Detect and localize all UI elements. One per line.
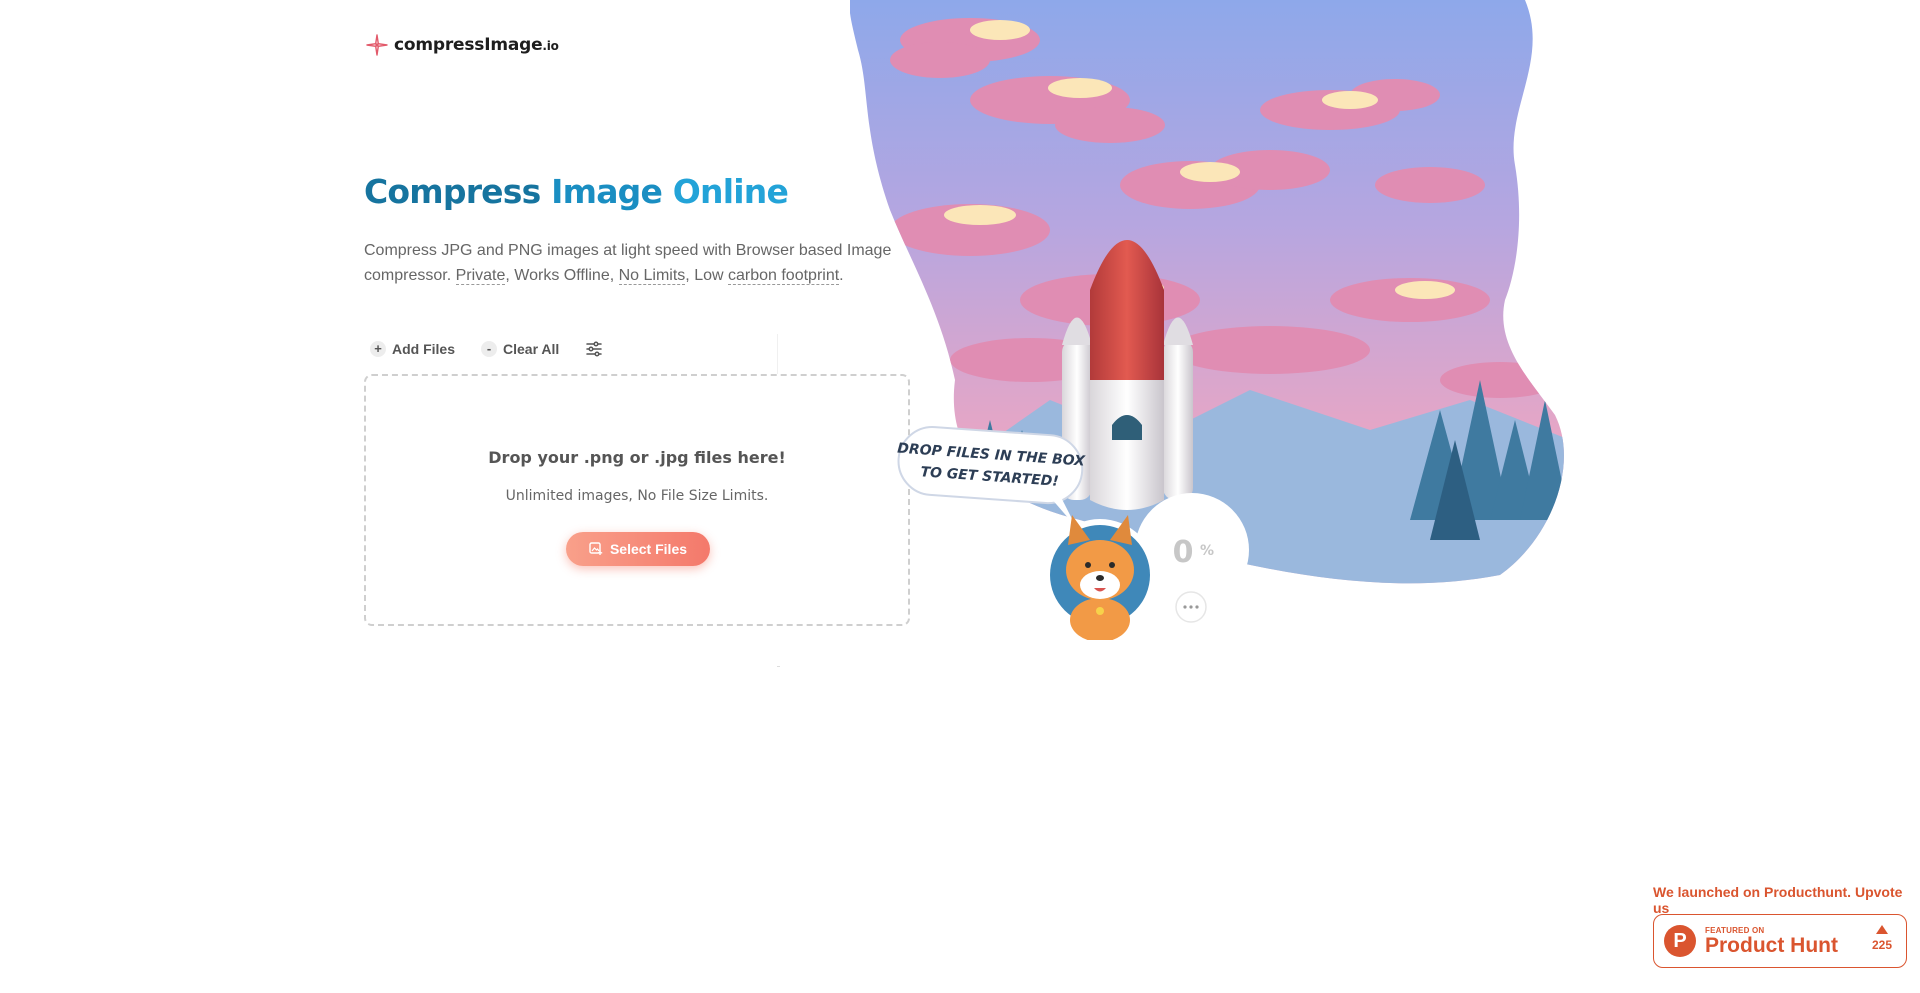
producthunt-announcement[interactable]: We launched on Producthunt. Upvote us — [1653, 884, 1920, 916]
sparkle-icon — [366, 34, 388, 56]
desc-text-4: . — [839, 267, 844, 284]
file-toolbar: + Add Files - Clear All — [370, 338, 603, 360]
desc-text-2: , Works Offline, — [505, 267, 619, 284]
page-title: Compress Image Online — [364, 172, 789, 211]
rocket-illustration: DROP FILES IN THE BOX TO GET STARTED! 0 … — [850, 0, 1564, 640]
logo-text: compressImage.io — [394, 35, 559, 55]
producthunt-votes: 225 — [1872, 925, 1892, 952]
producthunt-vote-count: 225 — [1871, 938, 1892, 952]
producthunt-words: FEATURED ON Product Hunt — [1705, 926, 1838, 957]
dropzone-subtitle: Unlimited images, No File Size Limits. — [505, 488, 769, 504]
upvote-arrow-icon — [1875, 925, 1888, 934]
image-add-icon — [589, 542, 603, 555]
logo-name: compressImage — [394, 35, 543, 55]
add-files-label: Add Files — [392, 341, 456, 357]
ellipsis-icon[interactable] — [1175, 591, 1207, 623]
dropzone-title: Drop your .png or .jpg files here! — [488, 448, 786, 467]
desc-text-3: , Low — [685, 267, 728, 284]
select-files-button[interactable]: Select Files — [566, 532, 710, 566]
add-files-button[interactable]: + Add Files — [370, 341, 455, 357]
progress-value: 0 — [1173, 535, 1194, 570]
select-files-label: Select Files — [609, 541, 688, 557]
title-word-compress: Compress — [364, 172, 541, 211]
producthunt-badge[interactable]: P FEATURED ON Product Hunt 225 — [1653, 914, 1907, 968]
progress-unit: % — [1200, 543, 1214, 559]
sliders-icon[interactable] — [585, 340, 603, 358]
file-dropzone[interactable]: Drop your .png or .jpg files here! Unlim… — [364, 374, 910, 626]
clear-all-button[interactable]: - Clear All — [481, 341, 559, 357]
producthunt-name: Product Hunt — [1705, 933, 1838, 957]
title-word-image: Image — [551, 172, 663, 211]
title-word-online: Online — [672, 172, 789, 211]
clear-all-label: Clear All — [503, 341, 560, 357]
minus-icon: - — [481, 341, 498, 357]
producthunt-logo-icon: P — [1664, 925, 1696, 957]
site-logo[interactable]: compressImage.io — [366, 34, 559, 56]
private-link[interactable]: Private — [455, 267, 506, 285]
no-limits-link[interactable]: No Limits — [618, 267, 686, 285]
hero-description: Compress JPG and PNG images at light spe… — [364, 238, 924, 288]
logo-tld: .io — [542, 39, 559, 53]
carbon-footprint-link[interactable]: carbon footprint — [727, 267, 840, 285]
decorative-dot — [777, 666, 780, 667]
plus-icon: + — [370, 341, 386, 357]
